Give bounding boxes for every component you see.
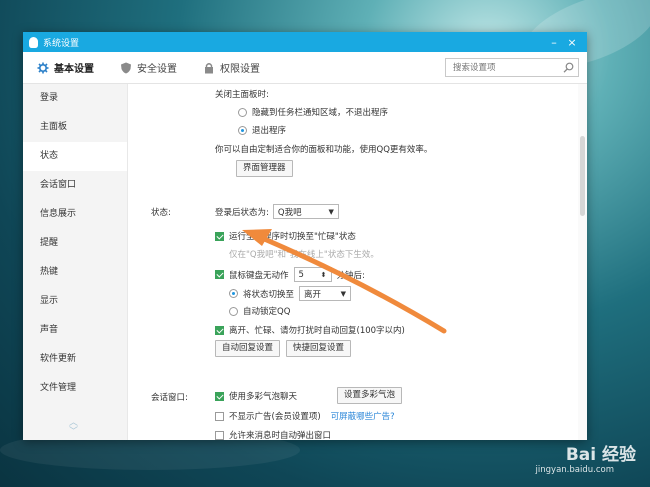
sidebar-item-main-panel[interactable]: 主面板	[23, 113, 127, 142]
option-label: 离开、忙碌、请勿打扰时自动回复(100字以内)	[229, 326, 405, 336]
sidebar-item-file-management[interactable]: 文件管理	[23, 374, 127, 403]
option-label: 鼠标键盘无动作	[229, 270, 289, 281]
status-section-label: 状态:	[151, 208, 171, 218]
fullscreen-note: 仅在"Q我吧"和"我在线上"状态下生效。	[229, 250, 379, 260]
checkbox-checked[interactable]	[215, 270, 224, 279]
option-label: 退出程序	[252, 126, 287, 136]
baidu-watermark: Bai 经验	[565, 445, 636, 465]
settings-search[interactable]	[445, 58, 579, 77]
settings-window: 系统设置 – × 基本设置 安全设置 权限设置 登录 主面板 状态 会话窗口 信…	[23, 32, 587, 440]
close-panel-heading: 关闭主面板时:	[215, 90, 269, 100]
checkbox[interactable]	[215, 411, 224, 421]
qq-penguin-icon	[29, 36, 38, 48]
sidebar-item-info-display[interactable]: 信息展示	[23, 200, 127, 229]
option-label: 隐藏到任务栏通知区域，不退出程序	[252, 108, 389, 118]
option-exit-program[interactable]: 退出程序	[238, 124, 286, 136]
switch-status-select[interactable]: 离开 ▼	[299, 286, 352, 301]
option-hide-to-tray[interactable]: 隐藏到任务栏通知区域，不退出程序	[238, 106, 388, 118]
search-input[interactable]	[451, 61, 559, 74]
checkbox-checked[interactable]	[215, 391, 224, 401]
spinner-arrows-icon[interactable]: ⬍	[321, 271, 327, 279]
baidu-watermark-url: jingyan.baidu.com	[535, 465, 614, 475]
radio-button[interactable]	[229, 306, 238, 316]
after-login-row: 登录后状态为: Q我吧 ▼	[215, 204, 339, 219]
tab-label: 权限设置	[220, 64, 260, 75]
checkbox-checked[interactable]	[215, 231, 224, 241]
lock-icon	[205, 62, 213, 73]
chevron-down-icon[interactable]: ﹀	[69, 428, 78, 437]
tab-label: 安全设置	[137, 64, 177, 75]
sidebar-scroll-arrows[interactable]: ︿ ﹀	[69, 419, 78, 437]
search-icon[interactable]	[563, 62, 574, 73]
tab-permission-settings[interactable]: 权限设置	[203, 60, 260, 75]
tab-security-settings[interactable]: 安全设置	[120, 60, 177, 75]
panel-note: 你可以自由定制适合你的面板和功能，使用QQ更有效率。	[215, 145, 433, 155]
gear-icon	[37, 62, 49, 73]
after-login-status-select[interactable]: Q我吧 ▼	[272, 204, 339, 219]
auto-lock-option[interactable]: 自动锁定QQ	[229, 305, 290, 317]
idle-option[interactable]: 鼠标键盘无动作 5 ⬍ 分钟后:	[215, 267, 365, 282]
switch-status-option[interactable]: 将状态切换至 离开 ▼	[229, 286, 352, 301]
interface-manager-button[interactable]: 界面管理器	[236, 160, 293, 177]
sidebar-item-hotkeys[interactable]: 热键	[23, 258, 127, 287]
sidebar-item-display[interactable]: 显示	[23, 287, 127, 316]
select-value: Q我吧	[277, 207, 302, 218]
quick-reply-settings-button[interactable]: 快捷回复设置	[286, 340, 352, 357]
option-label: 允许来消息时自动弹出窗口	[229, 431, 332, 440]
window-title: 系统设置	[43, 38, 80, 49]
sidebar: 登录 主面板 状态 会话窗口 信息展示 提醒 热键 显示 声音 软件更新 文件管…	[23, 84, 128, 440]
sidebar-item-status[interactable]: 状态	[23, 142, 127, 171]
option-label: 自动锁定QQ	[243, 307, 291, 317]
radio-button-selected[interactable]	[229, 289, 238, 298]
sidebar-item-sound[interactable]: 声音	[23, 316, 127, 345]
fullscreen-busy-option[interactable]: 运行全屏程序时切换至"忙碌"状态	[215, 230, 356, 242]
scrollbar-thumb[interactable]	[580, 136, 585, 216]
sidebar-item-reminder[interactable]: 提醒	[23, 229, 127, 258]
ads-help-link[interactable]: 可屏蔽哪些广告?	[331, 410, 395, 422]
checkbox[interactable]	[215, 430, 224, 440]
idle-suffix-label: 分钟后:	[336, 270, 365, 281]
colorful-bubble-settings-button[interactable]: 设置多彩气泡	[337, 387, 403, 404]
no-ads-option[interactable]: 不显示广告(会员设置项) 可屏蔽哪些广告?	[215, 410, 395, 422]
tab-label: 基本设置	[54, 64, 94, 75]
auto-popup-option[interactable]: 允许来消息时自动弹出窗口	[215, 429, 331, 440]
option-label: 将状态切换至	[243, 289, 295, 300]
sidebar-item-chat-window[interactable]: 会话窗口	[23, 171, 127, 200]
title-bar: 系统设置 – ×	[23, 32, 587, 52]
option-label: 不显示广告(会员设置项)	[229, 412, 321, 422]
radio-button[interactable]	[238, 107, 247, 117]
stepper-value: 5	[298, 269, 304, 280]
minimize-button[interactable]: –	[545, 36, 563, 49]
auto-reply-settings-button[interactable]: 自动回复设置	[215, 340, 281, 357]
caret-down-icon: ▼	[328, 207, 334, 216]
tab-bar: 基本设置 安全设置 权限设置	[23, 52, 587, 84]
auto-reply-option[interactable]: 离开、忙碌、请勿打扰时自动回复(100字以内)	[215, 324, 405, 336]
tab-basic-settings[interactable]: 基本设置	[37, 60, 94, 75]
caret-down-icon: ▼	[340, 289, 347, 298]
checkbox-checked[interactable]	[215, 325, 224, 335]
content-scrollbar[interactable]	[578, 84, 587, 440]
settings-content: 关闭主面板时: 隐藏到任务栏通知区域，不退出程序 退出程序 你可以自由定制适合你…	[128, 84, 587, 440]
sidebar-item-software-update[interactable]: 软件更新	[23, 345, 127, 374]
chat-section-label: 会话窗口:	[151, 393, 188, 403]
radio-button-selected[interactable]	[238, 125, 247, 135]
shield-icon	[121, 62, 131, 73]
option-label: 运行全屏程序时切换至"忙碌"状态	[229, 232, 356, 242]
idle-minutes-stepper[interactable]: 5 ⬍	[293, 267, 332, 282]
after-login-label: 登录后状态为:	[215, 207, 269, 218]
option-label: 使用多彩气泡聊天	[229, 392, 298, 402]
select-value: 离开	[304, 289, 322, 300]
sidebar-item-login[interactable]: 登录	[23, 84, 127, 113]
colorful-bubble-option[interactable]: 使用多彩气泡聊天	[215, 390, 297, 402]
close-button[interactable]: ×	[563, 36, 581, 49]
